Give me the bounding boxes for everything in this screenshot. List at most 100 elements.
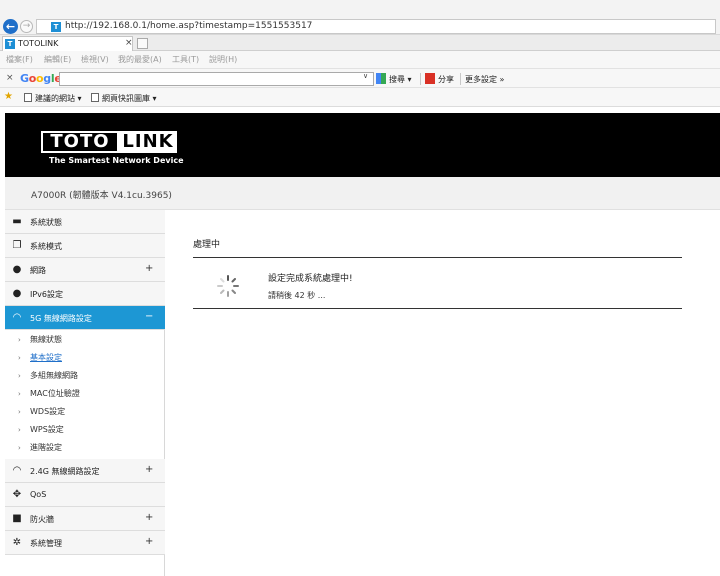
sidebar-item-label: 網路 <box>30 266 46 275</box>
sidebar-item-label: 防火牆 <box>30 515 54 524</box>
menu-favorites[interactable]: 我的最愛(A) <box>118 54 162 65</box>
sidebar-item-system-admin[interactable]: ✲ 系統管理 + <box>5 531 165 555</box>
toolbar-divider <box>420 73 421 85</box>
sidebar-item-24g-wireless[interactable]: ◠ 2.4G 無線網路設定 + <box>5 459 165 483</box>
tab-title: TOTOLINK <box>18 39 59 48</box>
search-dropdown-icon[interactable]: ∨ <box>363 72 368 80</box>
windows-icon: ❐ <box>12 240 22 251</box>
collapse-icon[interactable]: − <box>145 311 153 322</box>
main-content: 處理中 設定完成系統處理中! 請稍後 42 秒 ... <box>166 210 720 576</box>
submenu-label: WPS設定 <box>30 425 64 434</box>
sidebar-item-qos[interactable]: ✥ QoS <box>5 483 165 507</box>
toolbar-close-icon[interactable]: × <box>6 73 14 83</box>
submenu-wps[interactable]: › WPS設定 <box>5 420 165 438</box>
submenu-wireless-status[interactable]: › 無線狀態 <box>5 330 165 348</box>
google-logo-letter: g <box>43 72 51 85</box>
bullet-icon: › <box>18 408 21 416</box>
tab-favicon-icon: T <box>5 39 15 49</box>
tab-totolink[interactable]: T TOTOLINK × <box>2 36 133 51</box>
bullet-icon: › <box>18 336 21 344</box>
expand-icon[interactable]: + <box>145 536 153 547</box>
google-logo-letter: o <box>28 72 37 85</box>
url-field[interactable]: T http://192.168.0.1/home.asp?timestamp=… <box>36 19 716 34</box>
sidebar-item-5g-wireless[interactable]: ◠ 5G 無線網路設定 − <box>5 306 165 330</box>
loading-spinner-icon <box>217 275 239 297</box>
sidebar-item-label: IPv6設定 <box>30 290 64 299</box>
google-toolbar: × Google ∨ 搜尋 ▾ 分享 更多設定 » <box>0 68 720 88</box>
toolbar-divider <box>460 73 461 85</box>
page-icon <box>24 93 32 102</box>
menu-file[interactable]: 檔案(F) <box>6 54 33 65</box>
sidebar: ▬ 系統狀態 ❐ 系統模式 ● 網路 + ● IPv6設定 ◠ 5G 無線網路設… <box>5 210 165 576</box>
tab-close-icon[interactable]: × <box>125 38 133 48</box>
sidebar-item-ipv6[interactable]: ● IPv6設定 <box>5 282 165 306</box>
menu-edit[interactable]: 編輯(E) <box>44 54 71 65</box>
chat-icon: ▬ <box>12 216 22 227</box>
forward-arrow-icon[interactable]: → <box>20 20 33 33</box>
expand-icon[interactable]: + <box>145 263 153 274</box>
menu-tools[interactable]: 工具(T) <box>172 54 199 65</box>
qos-icon: ✥ <box>12 489 22 500</box>
submenu-advanced[interactable]: › 進階設定 <box>5 438 165 456</box>
submenu-wds[interactable]: › WDS設定 <box>5 402 165 420</box>
globe-icon: ● <box>12 264 22 275</box>
site-favicon-icon: T <box>51 22 61 32</box>
new-tab-icon[interactable] <box>137 38 148 49</box>
lock-icon: ■ <box>12 513 22 524</box>
submenu-multi-ssid[interactable]: › 多組無線網路 <box>5 366 165 384</box>
processing-message: 設定完成系統處理中! <box>268 274 353 284</box>
web-slice-gallery-link[interactable]: 網頁快訊圖庫 ▾ <box>102 93 157 104</box>
firmware-bar: A7000R (韌體版本 V4.1cu.3965) <box>5 177 720 210</box>
browser-menu-bar: 檔案(F) 編輯(E) 檢視(V) 我的最愛(A) 工具(T) 說明(H) <box>0 51 720 68</box>
favorites-star-icon[interactable]: ★ <box>4 91 13 102</box>
google-logo-letter: G <box>20 72 29 85</box>
menu-help[interactable]: 說明(H) <box>209 54 237 65</box>
google-search-input[interactable] <box>59 72 374 86</box>
sidebar-item-system-mode[interactable]: ❐ 系統模式 <box>5 234 165 258</box>
expand-icon[interactable]: + <box>145 464 153 475</box>
bullet-icon: › <box>18 426 21 434</box>
submenu-basic-settings[interactable]: › 基本設定 <box>5 348 165 366</box>
bullet-icon: › <box>18 372 21 380</box>
sidebar-item-label: QoS <box>30 490 47 499</box>
sidebar-item-label: 2.4G 無線網路設定 <box>30 467 100 476</box>
submenu-label: 多組無線網路 <box>30 371 78 380</box>
wifi-icon: ◠ <box>12 312 22 323</box>
sidebar-item-label: 系統模式 <box>30 242 62 251</box>
sidebar-item-system-status[interactable]: ▬ 系統狀態 <box>5 210 165 234</box>
browser-address-bar: ← → T http://192.168.0.1/home.asp?timest… <box>0 0 720 35</box>
sidebar-item-network[interactable]: ● 網路 + <box>5 258 165 282</box>
browser-tab-row: T TOTOLINK × <box>0 35 720 51</box>
more-settings-button[interactable]: 更多設定 » <box>465 74 504 85</box>
logo-tagline: The Smartest Network Device <box>49 156 184 165</box>
menu-view[interactable]: 檢視(V) <box>81 54 109 65</box>
suggested-sites-link[interactable]: 建議的網站 ▾ <box>35 93 82 104</box>
firmware-version: A7000R (韌體版本 V4.1cu.3965) <box>31 191 172 201</box>
sidebar-item-firewall[interactable]: ■ 防火牆 + <box>5 507 165 531</box>
logo-toto: TOTO <box>41 131 119 153</box>
countdown-text: 請稍後 42 秒 ... <box>268 291 326 300</box>
logo-link: LINK <box>119 131 177 153</box>
submenu-label: 基本設定 <box>30 353 62 362</box>
bullet-icon: › <box>18 354 21 362</box>
search-button[interactable]: 搜尋 ▾ <box>389 74 412 85</box>
share-icon[interactable] <box>425 73 435 84</box>
submenu-label: WDS設定 <box>30 407 66 416</box>
share-button[interactable]: 分享 <box>438 74 454 85</box>
ipv6-icon: ● <box>12 288 22 299</box>
bullet-icon: › <box>18 390 21 398</box>
bullet-icon: › <box>18 444 21 452</box>
back-arrow-icon[interactable]: ← <box>3 19 18 34</box>
router-header: TOTO LINK The Smartest Network Device <box>5 113 720 177</box>
submenu-mac-auth[interactable]: › MAC位址驗證 <box>5 384 165 402</box>
sidebar-item-label: 系統管理 <box>30 539 62 548</box>
google-logo: Google <box>20 72 62 85</box>
google-search-icon[interactable] <box>376 73 386 84</box>
wifi-icon: ◠ <box>12 465 22 476</box>
url-text: http://192.168.0.1/home.asp?timestamp=15… <box>65 21 313 31</box>
page-icon <box>91 93 99 102</box>
divider <box>193 257 682 258</box>
expand-icon[interactable]: + <box>145 512 153 523</box>
sidebar-item-label: 系統狀態 <box>30 218 62 227</box>
gear-icon: ✲ <box>12 537 22 548</box>
